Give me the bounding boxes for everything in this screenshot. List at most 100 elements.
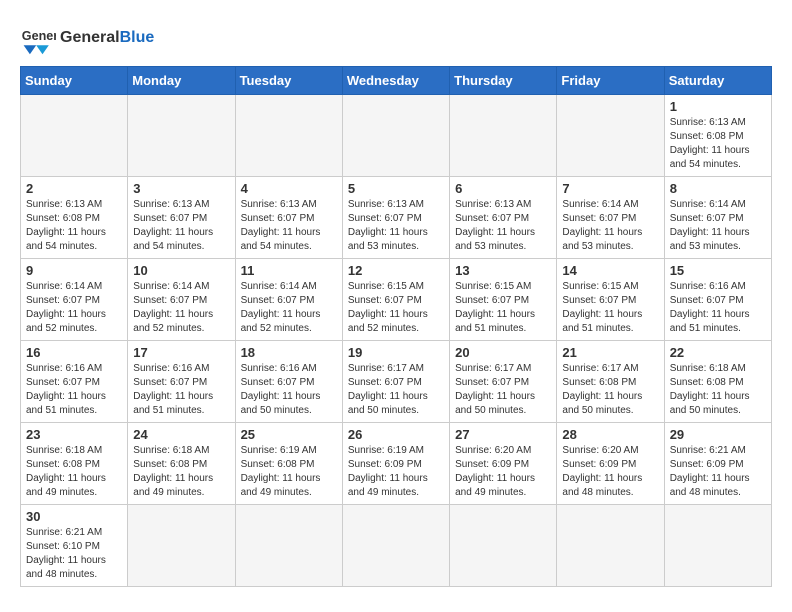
day-info: Sunrise: 6:18 AM Sunset: 6:08 PM Dayligh… [26, 444, 122, 500]
day-info: Sunrise: 6:13 AM Sunset: 6:08 PM Dayligh… [670, 116, 766, 172]
calendar-day-cell [235, 505, 342, 587]
calendar-day-cell: 15 Sunrise: 6:16 AM Sunset: 6:07 PM Dayli… [664, 259, 771, 341]
day-number: 4 [241, 181, 337, 196]
calendar-day-cell: 28 Sunrise: 6:20 AM Sunset: 6:09 PM Dayli… [557, 423, 664, 505]
day-info: Sunrise: 6:13 AM Sunset: 6:07 PM Dayligh… [455, 198, 551, 254]
day-number: 24 [133, 427, 229, 442]
calendar-day-cell: 20 Sunrise: 6:17 AM Sunset: 6:07 PM Dayli… [450, 341, 557, 423]
day-of-week-header: Wednesday [342, 67, 449, 95]
calendar-day-cell: 6 Sunrise: 6:13 AM Sunset: 6:07 PM Daylig… [450, 177, 557, 259]
calendar-day-cell: 13 Sunrise: 6:15 AM Sunset: 6:07 PM Dayli… [450, 259, 557, 341]
day-info: Sunrise: 6:21 AM Sunset: 6:10 PM Dayligh… [26, 526, 122, 582]
calendar-week-row: 30 Sunrise: 6:21 AM Sunset: 6:10 PM Dayli… [21, 505, 772, 587]
day-number: 26 [348, 427, 444, 442]
day-info: Sunrise: 6:20 AM Sunset: 6:09 PM Dayligh… [455, 444, 551, 500]
calendar-day-cell [450, 95, 557, 177]
day-info: Sunrise: 6:13 AM Sunset: 6:07 PM Dayligh… [348, 198, 444, 254]
calendar-day-cell: 4 Sunrise: 6:13 AM Sunset: 6:07 PM Daylig… [235, 177, 342, 259]
logo: General GeneralBlue [20, 20, 154, 56]
calendar-table: SundayMondayTuesdayWednesdayThursdayFrid… [20, 66, 772, 587]
calendar-day-cell [128, 95, 235, 177]
day-number: 3 [133, 181, 229, 196]
calendar-day-cell: 11Sunrise: 6:14 AM Sunset: 6:07 PM Dayli… [235, 259, 342, 341]
day-number: 28 [562, 427, 658, 442]
day-info: Sunrise: 6:21 AM Sunset: 6:09 PM Dayligh… [670, 444, 766, 500]
calendar-day-cell: 10Sunrise: 6:14 AM Sunset: 6:07 PM Dayli… [128, 259, 235, 341]
calendar-week-row: 1Sunrise: 6:13 AM Sunset: 6:08 PM Daylig… [21, 95, 772, 177]
calendar-week-row: 16Sunrise: 6:16 AM Sunset: 6:07 PM Dayli… [21, 341, 772, 423]
day-of-week-header: Thursday [450, 67, 557, 95]
day-info: Sunrise: 6:19 AM Sunset: 6:08 PM Dayligh… [241, 444, 337, 500]
calendar-day-cell [664, 505, 771, 587]
calendar-day-cell: 24 Sunrise: 6:18 AM Sunset: 6:08 PM Dayli… [128, 423, 235, 505]
calendar-day-cell [21, 95, 128, 177]
day-number: 30 [26, 509, 122, 524]
day-info: Sunrise: 6:20 AM Sunset: 6:09 PM Dayligh… [562, 444, 658, 500]
calendar-day-cell: 9 Sunrise: 6:14 AM Sunset: 6:07 PM Daylig… [21, 259, 128, 341]
day-of-week-header: Sunday [21, 67, 128, 95]
calendar-day-cell: 26 Sunrise: 6:19 AM Sunset: 6:09 PM Dayli… [342, 423, 449, 505]
calendar-day-cell [557, 95, 664, 177]
calendar-day-cell: 17 Sunrise: 6:16 AM Sunset: 6:07 PM Dayli… [128, 341, 235, 423]
calendar-week-row: 23 Sunrise: 6:18 AM Sunset: 6:08 PM Dayli… [21, 423, 772, 505]
calendar-header-row: SundayMondayTuesdayWednesdayThursdayFrid… [21, 67, 772, 95]
day-number: 8 [670, 181, 766, 196]
day-number: 22 [670, 345, 766, 360]
day-number: 15 [670, 263, 766, 278]
day-info: Sunrise: 6:19 AM Sunset: 6:09 PM Dayligh… [348, 444, 444, 500]
day-info: Sunrise: 6:17 AM Sunset: 6:08 PM Dayligh… [562, 362, 658, 418]
calendar-day-cell: 19 Sunrise: 6:17 AM Sunset: 6:07 PM Dayli… [342, 341, 449, 423]
day-number: 20 [455, 345, 551, 360]
calendar-day-cell [557, 505, 664, 587]
day-info: Sunrise: 6:13 AM Sunset: 6:07 PM Dayligh… [241, 198, 337, 254]
day-number: 12 [348, 263, 444, 278]
logo-icon: General [20, 20, 56, 56]
day-number: 11 [241, 263, 337, 278]
calendar-day-cell [450, 505, 557, 587]
day-number: 5 [348, 181, 444, 196]
calendar-day-cell: 23 Sunrise: 6:18 AM Sunset: 6:08 PM Dayli… [21, 423, 128, 505]
day-info: Sunrise: 6:17 AM Sunset: 6:07 PM Dayligh… [348, 362, 444, 418]
calendar-day-cell [342, 505, 449, 587]
day-number: 19 [348, 345, 444, 360]
day-info: Sunrise: 6:16 AM Sunset: 6:07 PM Dayligh… [241, 362, 337, 418]
day-number: 29 [670, 427, 766, 442]
day-number: 27 [455, 427, 551, 442]
day-number: 13 [455, 263, 551, 278]
calendar-day-cell: 30 Sunrise: 6:21 AM Sunset: 6:10 PM Dayli… [21, 505, 128, 587]
calendar-day-cell: 5 Sunrise: 6:13 AM Sunset: 6:07 PM Daylig… [342, 177, 449, 259]
day-number: 6 [455, 181, 551, 196]
calendar-day-cell: 1Sunrise: 6:13 AM Sunset: 6:08 PM Daylig… [664, 95, 771, 177]
day-number: 10 [133, 263, 229, 278]
day-number: 17 [133, 345, 229, 360]
day-of-week-header: Saturday [664, 67, 771, 95]
day-info: Sunrise: 6:18 AM Sunset: 6:08 PM Dayligh… [670, 362, 766, 418]
day-info: Sunrise: 6:13 AM Sunset: 6:07 PM Dayligh… [133, 198, 229, 254]
day-number: 2 [26, 181, 122, 196]
day-number: 9 [26, 263, 122, 278]
calendar-day-cell: 2Sunrise: 6:13 AM Sunset: 6:08 PM Daylig… [21, 177, 128, 259]
calendar-day-cell: 14Sunrise: 6:15 AM Sunset: 6:07 PM Dayli… [557, 259, 664, 341]
day-info: Sunrise: 6:17 AM Sunset: 6:07 PM Dayligh… [455, 362, 551, 418]
day-info: Sunrise: 6:14 AM Sunset: 6:07 PM Dayligh… [26, 280, 122, 336]
day-info: Sunrise: 6:15 AM Sunset: 6:07 PM Dayligh… [562, 280, 658, 336]
day-info: Sunrise: 6:16 AM Sunset: 6:07 PM Dayligh… [670, 280, 766, 336]
day-info: Sunrise: 6:15 AM Sunset: 6:07 PM Dayligh… [455, 280, 551, 336]
day-info: Sunrise: 6:16 AM Sunset: 6:07 PM Dayligh… [133, 362, 229, 418]
day-info: Sunrise: 6:18 AM Sunset: 6:08 PM Dayligh… [133, 444, 229, 500]
calendar-day-cell: 21 Sunrise: 6:17 AM Sunset: 6:08 PM Dayli… [557, 341, 664, 423]
calendar-day-cell: 29 Sunrise: 6:21 AM Sunset: 6:09 PM Dayli… [664, 423, 771, 505]
day-number: 18 [241, 345, 337, 360]
calendar-day-cell [342, 95, 449, 177]
day-number: 25 [241, 427, 337, 442]
day-of-week-header: Friday [557, 67, 664, 95]
day-number: 21 [562, 345, 658, 360]
calendar-week-row: 9 Sunrise: 6:14 AM Sunset: 6:07 PM Daylig… [21, 259, 772, 341]
calendar-day-cell: 18 Sunrise: 6:16 AM Sunset: 6:07 PM Dayli… [235, 341, 342, 423]
calendar-day-cell: 16Sunrise: 6:16 AM Sunset: 6:07 PM Dayli… [21, 341, 128, 423]
calendar-day-cell: 22 Sunrise: 6:18 AM Sunset: 6:08 PM Dayli… [664, 341, 771, 423]
calendar-day-cell [128, 505, 235, 587]
calendar-day-cell: 27 Sunrise: 6:20 AM Sunset: 6:09 PM Dayli… [450, 423, 557, 505]
day-number: 23 [26, 427, 122, 442]
calendar-day-cell: 25 Sunrise: 6:19 AM Sunset: 6:08 PM Dayli… [235, 423, 342, 505]
